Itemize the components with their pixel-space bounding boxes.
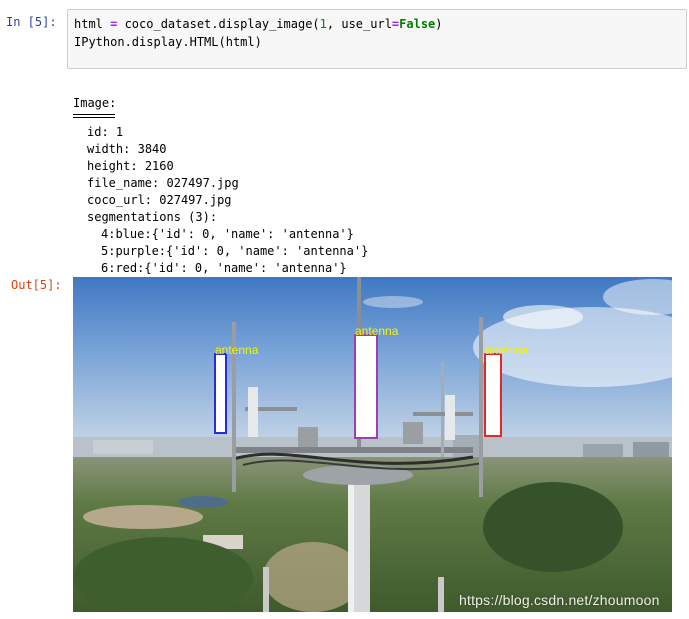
watermark: https://blog.csdn.net/zhoumoon: [459, 592, 660, 608]
cell-stdout: Image: id: 1 width: 3840 height: 2160 file_n…: [73, 78, 368, 277]
field-row: file_name: 027497.jpg: [87, 176, 239, 190]
field-row: id: 1: [87, 125, 124, 139]
field-row: height: 2160: [87, 159, 174, 173]
antenna-blue: [214, 353, 227, 434]
output-heading: Image:: [73, 96, 117, 110]
antenna-label-blue: antenna: [215, 343, 259, 357]
output-prompt: Out[5]:: [11, 278, 62, 292]
antenna-label-red: antenna: [485, 343, 529, 357]
segmentation-row: 6:red:{'id': 0, 'name': 'antenna'}: [101, 261, 347, 275]
annotated-photo: antenna antenna antenna: [73, 277, 672, 612]
antenna-purple: [354, 334, 378, 439]
input-prompt: In [5]:: [6, 15, 57, 29]
heading-underline: [73, 114, 115, 118]
segmentation-row: 4:blue:{'id': 0, 'name': 'antenna'}: [101, 227, 354, 241]
code-text: html = coco_dataset.display_image(1, use…: [74, 17, 443, 49]
field-row: width: 3840: [87, 142, 167, 156]
antenna-label-purple: antenna: [355, 324, 399, 338]
field-row: coco_url: 027497.jpg: [87, 193, 232, 207]
segmentation-row: 5:purple:{'id': 0, 'name': 'antenna'}: [101, 244, 369, 258]
antenna-red: [484, 353, 502, 437]
segmentations-header: segmentations (3):: [87, 210, 218, 224]
code-cell-input[interactable]: html = coco_dataset.display_image(1, use…: [67, 9, 687, 69]
